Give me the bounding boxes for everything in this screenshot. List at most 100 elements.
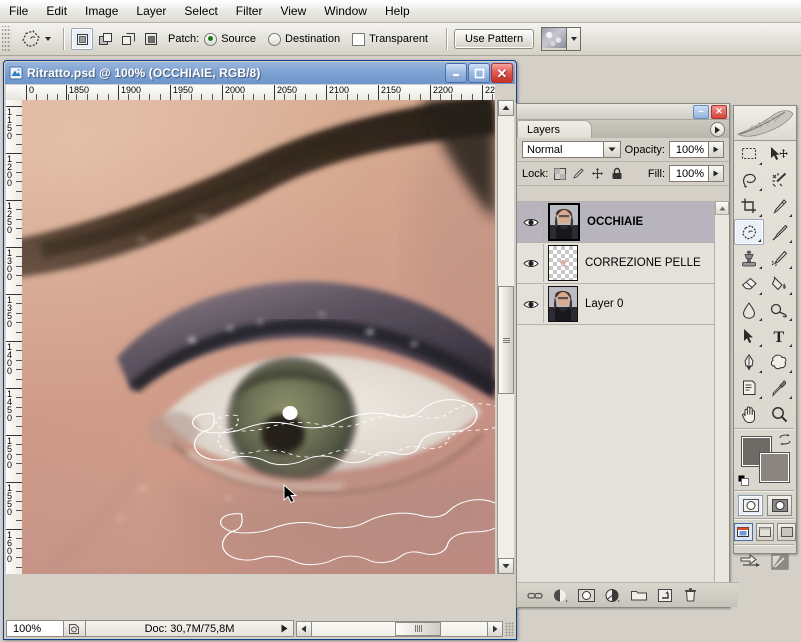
menu-item-select[interactable]: Select <box>175 2 226 20</box>
opacity-control[interactable]: 100% <box>669 141 724 158</box>
scroll-up-button[interactable] <box>498 100 514 116</box>
layer-row-layer-0[interactable]: Layer 0 <box>517 284 729 325</box>
layer-visibility-toggle-occhiaie[interactable] <box>519 203 544 241</box>
menu-item-edit[interactable]: Edit <box>37 2 76 20</box>
destination-radio-icon[interactable] <box>268 33 281 46</box>
menu-item-window[interactable]: Window <box>315 2 376 20</box>
pattern-chevron-down-icon[interactable] <box>566 28 580 50</box>
zoom-level-field[interactable]: 100% <box>6 620 64 637</box>
menu-item-layer[interactable]: Layer <box>127 2 175 20</box>
new-selection-button[interactable] <box>71 28 93 50</box>
horizontal-scroll-thumb[interactable] <box>395 622 441 636</box>
path-selection-tool[interactable] <box>734 323 764 349</box>
scroll-right-button[interactable] <box>487 621 503 637</box>
link-layers-icon[interactable] <box>526 587 543 603</box>
palette-minimize-button[interactable]: – <box>693 105 709 119</box>
lock-transparent-pixels-icon[interactable] <box>552 166 567 181</box>
imageready-logo-icon[interactable] <box>770 553 790 571</box>
palette-title-bar[interactable]: – ✕ <box>517 104 729 120</box>
canvas-vertical-scrollbar[interactable] <box>497 100 514 574</box>
menu-item-file[interactable]: File <box>0 2 37 20</box>
default-colors-icon[interactable] <box>738 475 749 486</box>
tool-preset-chevron-down-icon[interactable] <box>45 37 51 41</box>
photo-eye-closeup[interactable] <box>22 100 495 574</box>
magic-wand-tool[interactable] <box>764 167 794 193</box>
add-layer-mask-icon[interactable] <box>578 587 595 603</box>
layer-scroll-up-button[interactable] <box>715 201 729 215</box>
source-radio-group[interactable]: Source <box>204 33 256 46</box>
pattern-picker[interactable] <box>541 27 581 51</box>
layer-style-fx-icon[interactable] <box>552 587 569 603</box>
slice-tool[interactable] <box>764 193 794 219</box>
source-radio-icon[interactable] <box>204 33 217 46</box>
palette-menu-icon[interactable] <box>710 122 725 137</box>
fill-control[interactable]: 100% <box>669 165 724 182</box>
options-bar-gripper[interactable] <box>2 26 11 52</box>
status-expand-icon[interactable] <box>281 624 288 633</box>
new-adjustment-layer-icon[interactable] <box>604 587 621 603</box>
fill-value[interactable]: 100% <box>669 165 709 182</box>
layer-visibility-toggle-correzione-pelle[interactable] <box>519 244 544 282</box>
history-brush-tool[interactable] <box>764 245 794 271</box>
document-maximize-button[interactable] <box>468 63 490 83</box>
ruler-origin-corner[interactable] <box>6 85 23 101</box>
resize-grip[interactable] <box>505 622 514 636</box>
document-title-bar[interactable]: Ritratto.psd @ 100% (OCCHIAIE, RGB/8) ✕ <box>5 62 515 84</box>
menu-item-view[interactable]: View <box>271 2 315 20</box>
photoshop-feather-logo[interactable] <box>734 106 796 141</box>
tab-layers[interactable]: Layers <box>517 120 592 138</box>
transparent-checkbox-icon[interactable] <box>352 33 365 46</box>
gradient-paint-bucket-tool[interactable] <box>764 271 794 297</box>
fill-slider-arrow-icon[interactable] <box>709 165 724 182</box>
horizontal-ruler[interactable]: 0185019001950200020502100215022002250 <box>22 85 495 101</box>
canvas-horizontal-scrollbar[interactable] <box>296 621 503 637</box>
zoom-tool[interactable] <box>764 401 794 427</box>
blend-mode-chevron-down-icon[interactable] <box>603 142 620 157</box>
lock-image-pixels-icon[interactable] <box>571 166 586 181</box>
swap-colors-icon[interactable] <box>779 434 791 445</box>
eyedropper-tool[interactable] <box>764 375 794 401</box>
blend-mode-select[interactable]: Normal <box>522 141 621 158</box>
dodge-burn-tool[interactable] <box>764 297 794 323</box>
scroll-left-button[interactable] <box>296 621 312 637</box>
transparent-checkbox-group[interactable]: Transparent <box>352 33 428 46</box>
move-tool[interactable] <box>764 141 794 167</box>
palette-close-button[interactable]: ✕ <box>711 105 727 119</box>
type-tool[interactable]: T <box>764 323 794 349</box>
h-scroll-track[interactable] <box>312 621 487 637</box>
destination-radio-group[interactable]: Destination <box>268 33 340 46</box>
image-canvas[interactable] <box>22 100 495 574</box>
subtract-selection-button[interactable] <box>117 28 139 50</box>
hand-tool[interactable] <box>734 401 764 427</box>
pattern-thumbnail-icon[interactable] <box>542 28 566 48</box>
jump-to-imageready-icon[interactable] <box>740 553 762 571</box>
scroll-down-button[interactable] <box>498 558 514 574</box>
quick-mask-mode-button[interactable] <box>767 495 792 516</box>
full-screen-menubar-mode-button[interactable] <box>756 523 775 541</box>
blur-tool[interactable] <box>734 297 764 323</box>
vertical-scroll-thumb[interactable] <box>498 286 514 394</box>
delete-layer-trash-icon[interactable] <box>682 587 699 603</box>
layer-thumbnail-correzione-pelle[interactable] <box>548 245 578 281</box>
standard-screen-mode-button[interactable] <box>734 523 753 541</box>
use-pattern-button[interactable]: Use Pattern <box>454 29 534 49</box>
pen-tool[interactable] <box>734 349 764 375</box>
custom-shape-tool[interactable] <box>764 349 794 375</box>
full-screen-mode-button[interactable] <box>777 523 796 541</box>
standard-mode-button[interactable] <box>738 495 763 516</box>
notes-tool[interactable] <box>734 375 764 401</box>
doc-size-icon[interactable] <box>64 620 86 637</box>
lock-all-icon[interactable] <box>609 166 624 181</box>
clone-stamp-tool[interactable] <box>734 245 764 271</box>
intersect-selection-button[interactable] <box>140 28 162 50</box>
layer-thumbnail-layer-0[interactable] <box>548 286 578 322</box>
current-tool-preview[interactable] <box>14 28 57 50</box>
patch-healing-brush-tool[interactable] <box>734 219 764 245</box>
layer-visibility-toggle-layer-0[interactable] <box>519 285 544 323</box>
layer-row-correzione-pelle[interactable]: CORREZIONE PELLE <box>517 243 729 284</box>
brush-tool[interactable] <box>764 219 794 245</box>
vertical-ruler[interactable]: 1150120012501300135014001450150015501600… <box>6 100 23 574</box>
eraser-tool[interactable] <box>734 271 764 297</box>
lasso-tool[interactable] <box>734 167 764 193</box>
document-size-info[interactable]: Doc: 30,7M/75,8M <box>86 620 294 637</box>
